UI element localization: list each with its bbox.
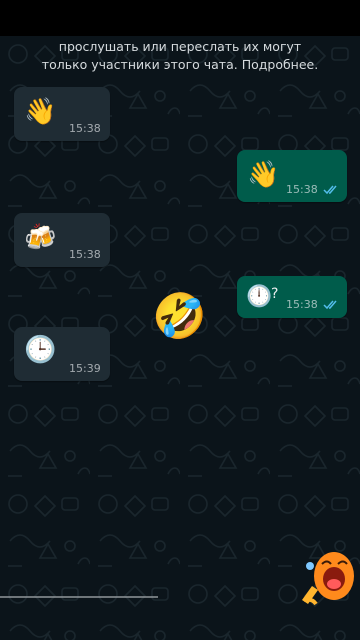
message-incoming[interactable]: 🕒 15:39 bbox=[14, 327, 110, 381]
read-ticks-icon bbox=[323, 300, 337, 310]
message-time: 15:38 bbox=[286, 183, 318, 196]
bottom-divider bbox=[0, 596, 158, 598]
message-time: 15:38 bbox=[286, 298, 318, 311]
waving-hand-emoji: 👋 bbox=[247, 160, 280, 190]
message-time: 15:38 bbox=[69, 122, 101, 135]
chat-screen: прослушать или переслать их могут только… bbox=[0, 0, 360, 640]
encryption-notice-line2[interactable]: только участники этого чата. Подробнее. bbox=[20, 56, 340, 74]
message-incoming[interactable]: 👋 15:38 bbox=[14, 87, 110, 141]
status-bar-area bbox=[0, 0, 360, 36]
laughing-character-sticker[interactable] bbox=[298, 546, 360, 610]
message-time: 15:38 bbox=[69, 248, 101, 261]
message-incoming[interactable]: 🍻 15:38 bbox=[14, 213, 110, 267]
encryption-notice-line1: прослушать или переслать их могут bbox=[58, 39, 302, 54]
rolling-on-floor-laughing-emoji: 🤣 bbox=[152, 291, 207, 342]
message-outgoing[interactable]: 🕛 ? 15:38 bbox=[237, 276, 347, 318]
encryption-notice[interactable]: прослушать или переслать их могут только… bbox=[20, 38, 340, 74]
message-time: 15:39 bbox=[69, 362, 101, 375]
clinking-beer-mugs-emoji: 🍻 bbox=[24, 223, 57, 253]
message-outgoing[interactable]: 👋 15:38 bbox=[237, 150, 347, 202]
message-text: ? bbox=[271, 286, 279, 302]
waving-hand-emoji: 👋 bbox=[24, 97, 57, 127]
clock-emoji: 🕛 bbox=[246, 284, 273, 308]
read-ticks-icon bbox=[323, 185, 337, 195]
clock-emoji: 🕒 bbox=[24, 335, 57, 365]
